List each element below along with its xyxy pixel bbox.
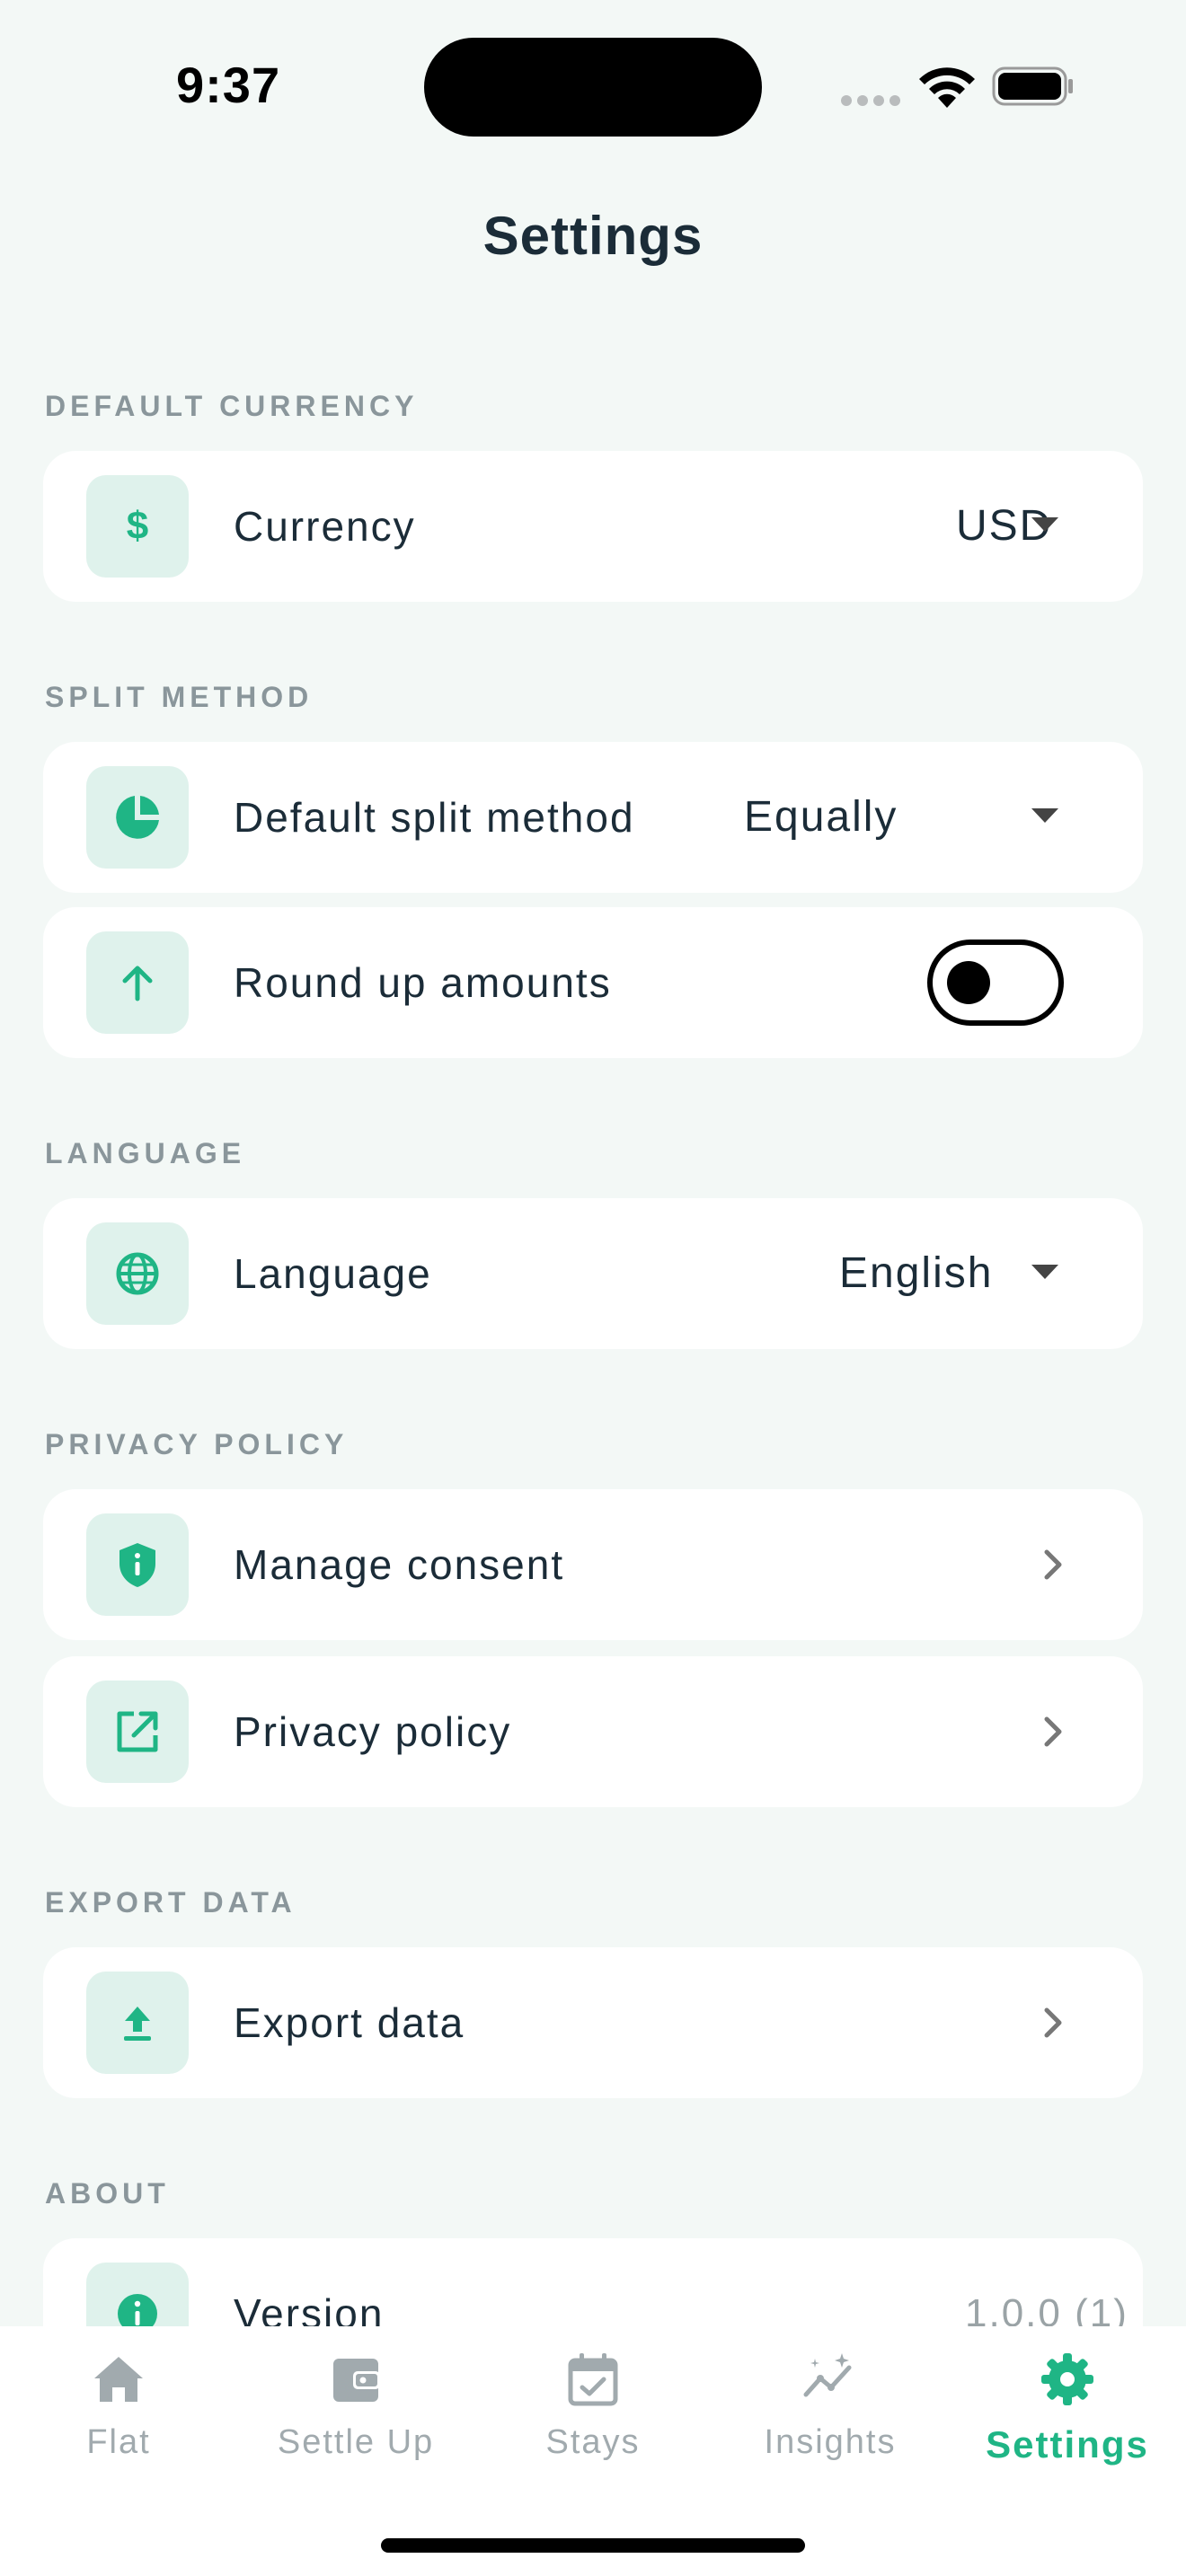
sparkle-chart-icon — [803, 2353, 852, 2397]
dynamic-island — [424, 38, 762, 137]
pie-chart-icon — [86, 766, 189, 869]
battery-icon — [992, 66, 1073, 106]
cellular-signal-icon — [841, 95, 900, 106]
language-label: Language — [234, 1250, 432, 1297]
language-row[interactable]: Language English — [43, 1198, 1143, 1349]
export-data-label: Export data — [234, 1999, 465, 2046]
tab-stays[interactable]: Stays — [474, 2326, 712, 2515]
caret-down-icon[interactable] — [1031, 517, 1058, 532]
manage-consent-row[interactable]: Manage consent — [43, 1489, 1143, 1640]
currency-row[interactable]: $ Currency USD — [43, 451, 1143, 602]
chevron-right-icon[interactable] — [1035, 1712, 1071, 1751]
manage-consent-label: Manage consent — [234, 1541, 565, 1588]
home-indicator — [381, 2538, 805, 2553]
chevron-right-icon[interactable] — [1035, 2003, 1071, 2042]
section-label-language: LANGUAGE — [45, 1137, 246, 1169]
section-label-privacy-policy: PRIVACY POLICY — [45, 1428, 349, 1460]
tab-label: Settings — [986, 2423, 1149, 2466]
status-time: 9:37 — [176, 57, 281, 113]
arrow-up-icon — [86, 931, 189, 1034]
dollar-icon: $ — [86, 475, 189, 578]
page-title: Settings — [482, 206, 704, 266]
privacy-policy-row[interactable]: Privacy policy — [43, 1656, 1143, 1807]
status-bar: 9:37 — [0, 0, 1186, 171]
language-value[interactable]: English — [839, 1198, 993, 1349]
tab-label: Stays — [545, 2423, 641, 2461]
tab-insights[interactable]: Insights — [712, 2326, 949, 2515]
tab-label: Flat — [86, 2423, 151, 2461]
external-link-icon — [86, 1681, 189, 1783]
caret-down-icon[interactable] — [1031, 1265, 1058, 1279]
section-label-default-currency: DEFAULT CURRENCY — [45, 390, 419, 422]
default-split-method-value[interactable]: Equally — [744, 742, 898, 893]
tab-label: Insights — [764, 2423, 897, 2461]
section-label-export-data: EXPORT DATA — [45, 1886, 296, 1919]
wifi-icon — [919, 67, 975, 108]
tab-settings[interactable]: Settings — [949, 2326, 1186, 2515]
round-up-toggle[interactable] — [927, 940, 1064, 1026]
privacy-policy-label: Privacy policy — [234, 1708, 512, 1755]
home-icon — [94, 2357, 143, 2402]
tab-settle-up[interactable]: Settle Up — [237, 2326, 474, 2515]
chevron-right-icon[interactable] — [1035, 1545, 1071, 1584]
shield-info-icon — [86, 1513, 189, 1616]
default-split-method-row[interactable]: Default split method Equally — [43, 742, 1143, 893]
tab-flat[interactable]: Flat — [0, 2326, 237, 2515]
calendar-check-icon — [568, 2353, 618, 2406]
upload-icon — [86, 1972, 189, 2074]
round-up-amounts-label: Round up amounts — [234, 959, 612, 1006]
section-label-split-method: SPLIT METHOD — [45, 681, 314, 713]
globe-icon — [86, 1222, 189, 1325]
tab-label: Settle Up — [277, 2423, 435, 2461]
toggle-knob — [947, 961, 990, 1004]
round-up-amounts-row: Round up amounts — [43, 907, 1143, 1058]
default-split-method-label: Default split method — [234, 794, 635, 841]
svg-text:$: $ — [127, 504, 148, 548]
section-label-about: ABOUT — [45, 2177, 170, 2210]
currency-label: Currency — [234, 503, 416, 550]
export-data-row[interactable]: Export data — [43, 1947, 1143, 2098]
caret-down-icon[interactable] — [1031, 808, 1058, 823]
gear-icon — [1041, 2353, 1093, 2405]
wallet-icon — [333, 2359, 380, 2402]
